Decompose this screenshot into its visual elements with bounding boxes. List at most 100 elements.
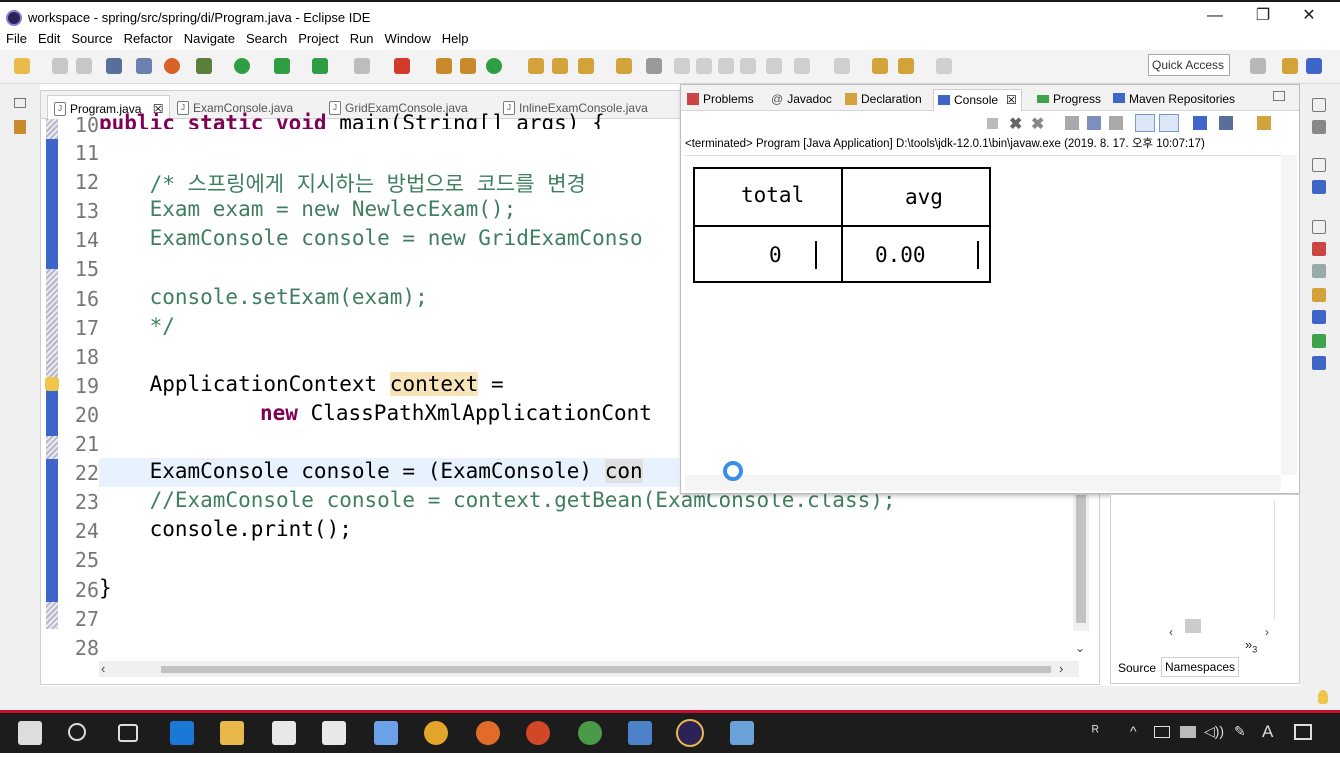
external-tools-icon[interactable]: [312, 58, 328, 74]
paragraph-icon[interactable]: [766, 58, 782, 74]
close-tab-icon[interactable]: ☒: [1006, 93, 1017, 107]
pen-icon[interactable]: ✎: [1234, 723, 1246, 740]
menu-file[interactable]: File: [0, 28, 32, 46]
windows-start-icon[interactable]: [18, 721, 42, 745]
code-line-20[interactable]: new ClassPathXmlApplicationCont: [99, 401, 652, 430]
coverage-icon[interactable]: [274, 58, 290, 74]
scroll-right-icon[interactable]: ›: [1265, 625, 1269, 639]
java-ee-perspective-icon[interactable]: [1282, 58, 1298, 74]
run-icon[interactable]: [234, 58, 250, 74]
menu-help[interactable]: Help: [436, 28, 474, 46]
tab-javadoc[interactable]: @ Javadoc: [767, 89, 836, 111]
spring-icon[interactable]: [164, 58, 180, 74]
people-icon[interactable]: ᴿ: [1092, 723, 1099, 740]
open-type-icon[interactable]: [528, 58, 544, 74]
task-view-icon[interactable]: [118, 724, 138, 742]
search-icon[interactable]: [68, 723, 86, 741]
forward-icon[interactable]: [936, 58, 952, 74]
new-icon[interactable]: [14, 58, 30, 74]
network-app-icon[interactable]: [374, 721, 398, 745]
outline-scroll-thumb[interactable]: [1185, 619, 1201, 633]
outline-tree[interactable]: [1123, 501, 1275, 619]
menu-search[interactable]: Search: [240, 28, 292, 46]
tab-console[interactable]: Console ☒: [933, 89, 1022, 111]
terminate-icon[interactable]: [987, 118, 998, 129]
outline-icon[interactable]: [1312, 180, 1326, 194]
restore-icon[interactable]: [1312, 98, 1326, 112]
back-icon[interactable]: [898, 58, 914, 74]
skip-breakpoints-icon[interactable]: [136, 58, 152, 74]
remove-launch-icon[interactable]: ✖: [1009, 114, 1022, 134]
code-line-24[interactable]: console.print();: [99, 517, 352, 546]
volume-icon[interactable]: ◁)): [1204, 723, 1224, 740]
javadoc-icon[interactable]: [1312, 264, 1326, 278]
menu-navigate[interactable]: Navigate: [178, 28, 240, 46]
powerpoint-icon[interactable]: [526, 721, 550, 745]
save-all-icon[interactable]: [76, 58, 92, 74]
remove-all-icon[interactable]: ✖: [1031, 114, 1044, 134]
code-line-14[interactable]: ExamConsole console = new GridExamConso: [99, 226, 643, 255]
open-console-icon[interactable]: [1257, 116, 1271, 130]
new-class-icon[interactable]: [460, 58, 476, 74]
code-line-19[interactable]: ApplicationContext context =: [99, 372, 504, 401]
tab-problems[interactable]: Problems: [683, 89, 758, 111]
warning-lightbulb-icon[interactable]: [45, 377, 59, 391]
scroll-down-icon[interactable]: ⌄: [1075, 641, 1085, 655]
tab-declaration[interactable]: Declaration: [841, 89, 926, 111]
editor-horizontal-scroll-thumb[interactable]: [161, 666, 1051, 673]
new-java-icon[interactable]: [486, 58, 502, 74]
declaration-icon[interactable]: [1312, 288, 1326, 302]
onedrive-icon[interactable]: [1180, 726, 1196, 738]
store-icon[interactable]: [272, 721, 296, 745]
block-select-icon[interactable]: [696, 58, 712, 74]
maven-icon[interactable]: [1312, 356, 1326, 370]
search-tool-icon[interactable]: [578, 58, 594, 74]
menu-source[interactable]: Source: [65, 28, 117, 46]
toggle-mark-icon[interactable]: [646, 58, 662, 74]
progress-icon[interactable]: [1312, 334, 1326, 348]
editor-vertical-scroll-thumb[interactable]: [1076, 495, 1086, 623]
tab-namespaces[interactable]: Namespaces: [1161, 657, 1240, 677]
menu-edit[interactable]: Edit: [32, 28, 65, 46]
open-folder-icon[interactable]: [616, 58, 632, 74]
last-edit-icon[interactable]: [872, 58, 888, 74]
quick-access-field[interactable]: Quick Access: [1148, 54, 1230, 76]
console-vertical-scrollbar[interactable]: [1281, 155, 1297, 475]
word-wrap-icon[interactable]: [1109, 116, 1123, 130]
code-line-22[interactable]: ExamConsole console = (ExamConsole) con: [99, 459, 643, 488]
open-perspective-icon[interactable]: [1250, 58, 1266, 74]
chrome-icon[interactable]: [424, 721, 448, 745]
restore-icon[interactable]: [14, 98, 26, 108]
scroll-left-icon[interactable]: ‹: [1169, 625, 1173, 639]
restore-icon[interactable]: [1312, 220, 1326, 234]
minimize-button[interactable]: —: [1192, 6, 1238, 28]
debug-icon[interactable]: [196, 58, 212, 74]
prev-annotation-icon[interactable]: [834, 58, 850, 74]
scroll-right-icon[interactable]: ›: [1059, 661, 1063, 676]
package-explorer-icon[interactable]: [14, 120, 26, 134]
menu-project[interactable]: Project: [292, 28, 343, 46]
notification-center-icon[interactable]: [1294, 724, 1312, 740]
code-line-12[interactable]: /* 스프링에게 지시하는 방법으로 코드를 변경: [99, 168, 586, 197]
notes-icon[interactable]: [730, 721, 754, 745]
code-line-26[interactable]: }: [99, 576, 112, 605]
scroll-left-icon[interactable]: ‹: [101, 661, 105, 676]
firefox-icon[interactable]: [476, 721, 500, 745]
problems-icon[interactable]: [1312, 242, 1326, 256]
next-annotation-icon[interactable]: [794, 58, 810, 74]
restore-icon[interactable]: [1312, 158, 1326, 172]
java-perspective-icon[interactable]: [1306, 58, 1322, 74]
file-explorer-icon[interactable]: [220, 721, 244, 745]
open-task-icon[interactable]: [552, 58, 568, 74]
code-line-13[interactable]: Exam exam = new NewlecExam();: [99, 197, 517, 226]
close-button[interactable]: ✕: [1286, 6, 1332, 28]
more-views-icon[interactable]: »3: [1245, 637, 1257, 655]
tab-maven-repositories[interactable]: Maven Repositories: [1109, 89, 1239, 111]
tray-chevron-icon[interactable]: ^: [1130, 723, 1137, 739]
console-horizontal-scrollbar[interactable]: [685, 475, 1281, 491]
network-icon[interactable]: [1154, 726, 1170, 738]
code-line-10[interactable]: public static void main(String[] args) {: [99, 111, 605, 129]
remote-desktop-icon[interactable]: [628, 721, 652, 745]
show-on-stdout-icon[interactable]: [1135, 114, 1155, 132]
new-package-icon[interactable]: [436, 58, 452, 74]
